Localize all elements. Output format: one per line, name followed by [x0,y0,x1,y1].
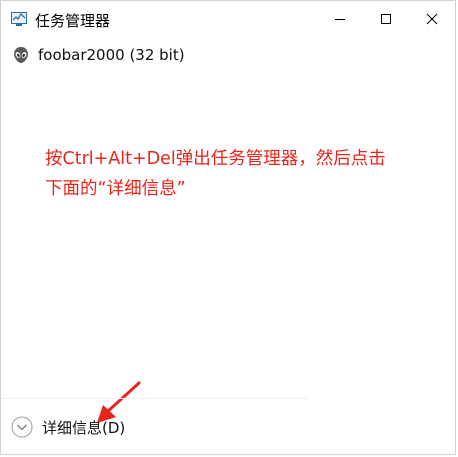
more-details-button[interactable]: 详细信息(D) [11,414,125,440]
annotation-line-2: 下面的“详细信息” [45,179,186,199]
alien-head-icon [14,47,28,63]
process-name: foobar2000 (32 bit) [38,46,185,64]
task-manager-icon [11,12,27,26]
minimize-icon [335,19,345,20]
close-icon [426,13,438,25]
close-button[interactable] [409,1,455,37]
annotation-line-1: 按Ctrl+Alt+Del弹出任务管理器，然后点击 [45,149,386,169]
task-manager-window: 任务管理器 foobar2000 (32 bit) 按Ctrl+Alt+Del弹… [0,0,456,455]
title-bar[interactable]: 任务管理器 [1,1,455,37]
minimize-button[interactable] [317,1,363,37]
window-title: 任务管理器 [35,12,111,30]
maximize-button[interactable] [363,1,409,37]
process-row-foobar2000[interactable]: foobar2000 (32 bit) [1,43,455,69]
maximize-icon [381,14,391,24]
more-details-label: 详细信息(D) [42,418,126,437]
instruction-annotation: 按Ctrl+Alt+Del弹出任务管理器，然后点击 下面的“详细信息” [45,144,445,204]
chevron-down-circle-icon [11,416,33,438]
footer-divider [1,398,309,399]
